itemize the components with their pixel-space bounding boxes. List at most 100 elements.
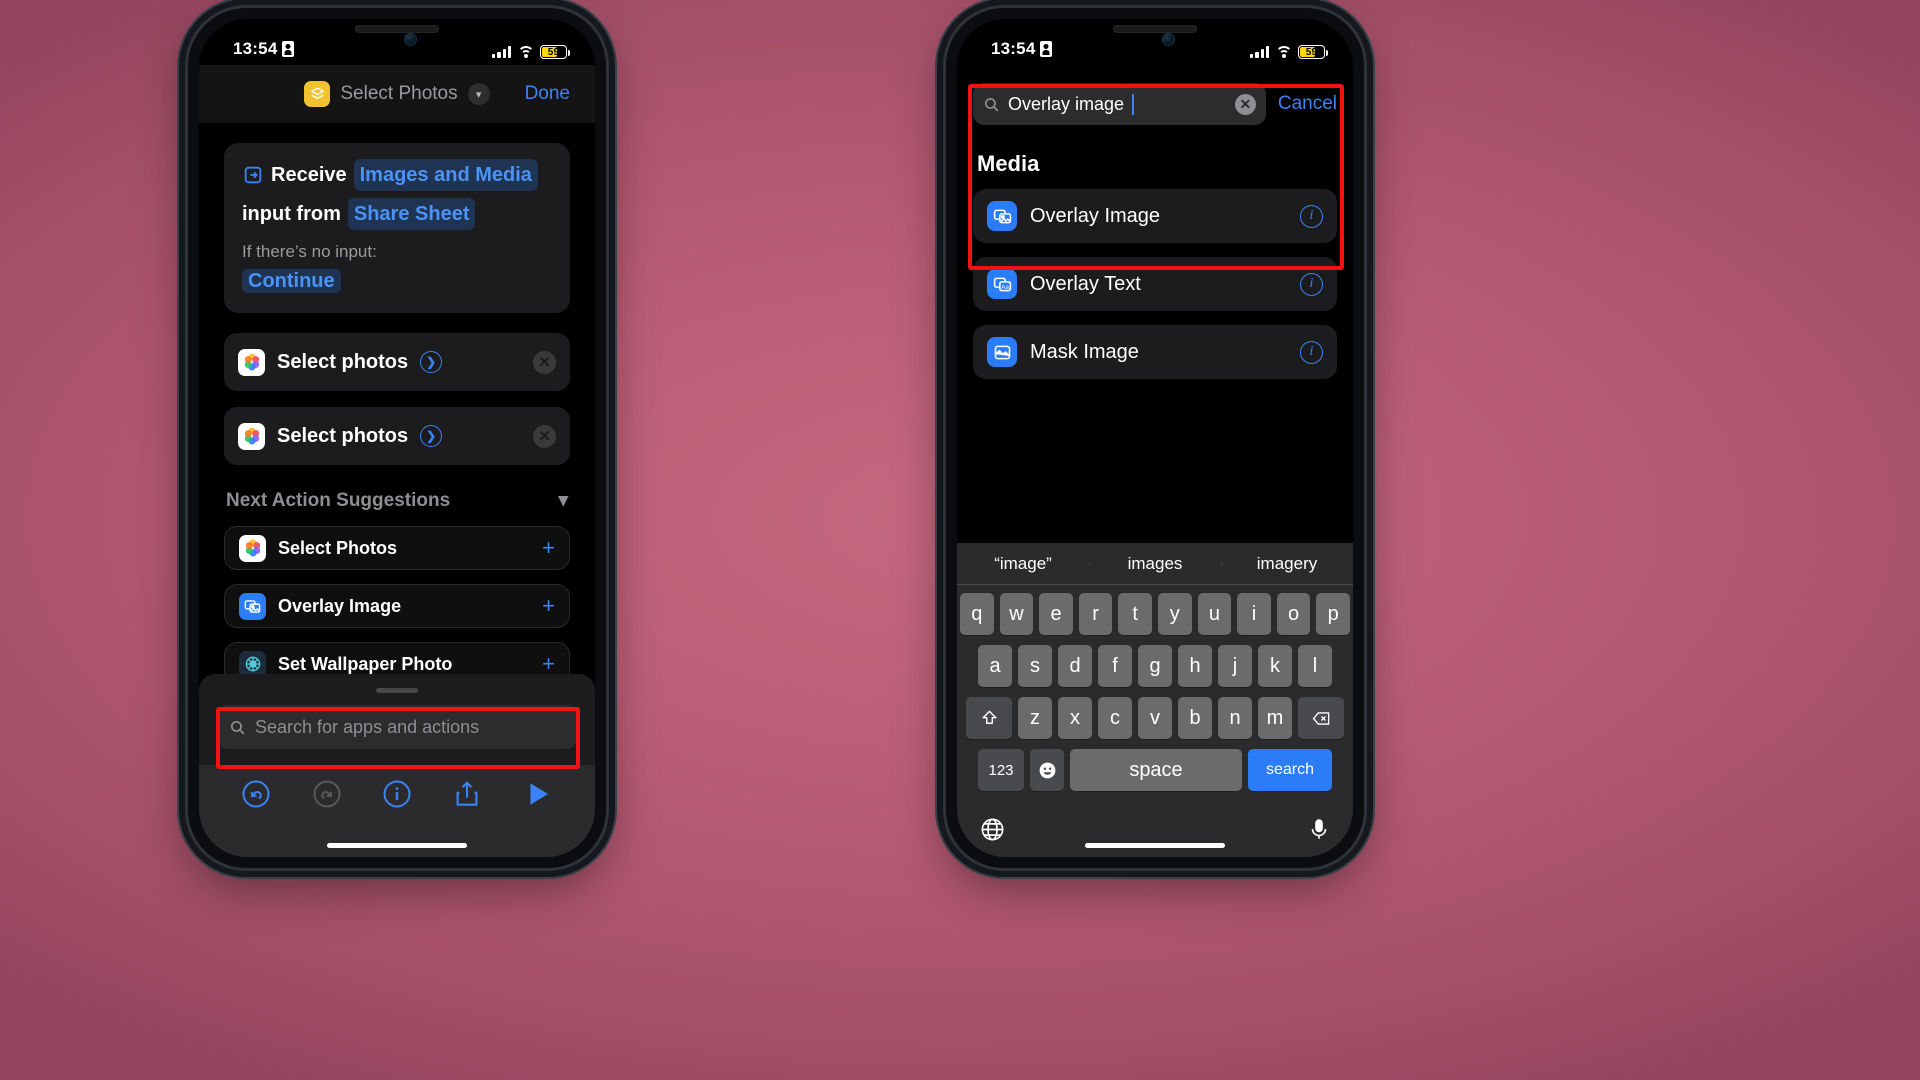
front-camera-icon <box>404 33 417 46</box>
wifi-icon <box>1275 45 1292 59</box>
key-l[interactable]: l <box>1298 645 1332 687</box>
search-icon <box>230 720 245 734</box>
key-b[interactable]: b <box>1178 697 1212 739</box>
key-a[interactable]: a <box>978 645 1012 687</box>
status-left: 13:54 <box>233 39 295 59</box>
key-y[interactable]: y <box>1158 593 1192 635</box>
emoji-icon[interactable] <box>1030 749 1064 791</box>
key-c[interactable]: c <box>1098 697 1132 739</box>
result-label: Overlay Image <box>1030 204 1161 227</box>
key-m[interactable]: m <box>1258 697 1292 739</box>
keyboard-row-2: a s d f g h j k l <box>960 645 1350 687</box>
key-e[interactable]: e <box>1039 593 1073 635</box>
backspace-icon[interactable] <box>1298 697 1344 739</box>
share-icon[interactable] <box>452 779 482 809</box>
plus-icon[interactable]: + <box>542 535 555 561</box>
right-phone-screen: 13:54 59 Overlay image ✕ Cancel Media Ov… <box>957 19 1353 857</box>
keyboard-row-1: q w e r t y u i o p <box>960 593 1350 635</box>
status-right: 59 <box>1250 45 1328 59</box>
key-v[interactable]: v <box>1138 697 1172 739</box>
key-t[interactable]: t <box>1118 593 1152 635</box>
next-action-suggestions-header[interactable]: Next Action Suggestions ▾ <box>226 489 568 512</box>
chevron-down-icon[interactable]: ▾ <box>467 83 490 105</box>
key-q[interactable]: q <box>960 593 994 635</box>
action-row[interactable]: Select photos ❯ ✕ <box>224 333 570 391</box>
action-row[interactable]: Select photos ❯ ✕ <box>224 407 570 465</box>
shift-icon[interactable] <box>966 697 1012 739</box>
cancel-button[interactable]: Cancel <box>1278 93 1337 115</box>
clear-icon[interactable]: ✕ <box>1234 93 1256 115</box>
microphone-icon[interactable] <box>1307 816 1331 843</box>
plus-icon[interactable]: + <box>542 593 555 619</box>
info-icon[interactable]: i <box>1300 340 1323 364</box>
space-key[interactable]: space <box>1070 749 1242 791</box>
search-key[interactable]: search <box>1248 749 1332 791</box>
home-indicator[interactable] <box>327 843 467 848</box>
shortcut-title-button[interactable]: Select Photos ▾ <box>304 81 490 107</box>
search-input[interactable]: Overlay image ✕ <box>973 83 1266 125</box>
globe-icon[interactable] <box>979 816 1006 843</box>
receive-word2: input from <box>242 203 341 225</box>
shortcuts-icon <box>304 81 331 107</box>
done-button[interactable]: Done <box>525 83 570 105</box>
battery-percent: 59 <box>1305 46 1318 58</box>
info-icon[interactable]: i <box>1300 204 1323 228</box>
key-z[interactable]: z <box>1018 697 1052 739</box>
receive-token-input-type[interactable]: Images and Media <box>353 159 538 191</box>
key-h[interactable]: h <box>1178 645 1212 687</box>
key-i[interactable]: i <box>1237 593 1271 635</box>
key-o[interactable]: o <box>1276 593 1311 635</box>
undo-icon[interactable] <box>241 779 271 809</box>
notch <box>1069 19 1241 51</box>
search-placeholder: Search for apps and actions <box>255 716 480 737</box>
numbers-key[interactable]: 123 <box>978 749 1024 791</box>
info-icon[interactable] <box>382 779 412 809</box>
search-input[interactable]: Search for apps and actions <box>217 705 577 749</box>
key-j[interactable]: j <box>1218 645 1252 687</box>
section-header: Media <box>977 151 1040 176</box>
front-camera-icon <box>1162 33 1175 46</box>
suggestion-2[interactable]: imagery <box>1221 554 1353 574</box>
result-row[interactable]: Aa Overlay Text i <box>973 257 1337 311</box>
lock-portrait-icon <box>282 41 295 57</box>
info-icon[interactable]: i <box>1300 272 1323 296</box>
sheet-grabber[interactable] <box>376 688 418 693</box>
suggestion-0[interactable]: “image” <box>957 554 1089 574</box>
search-value: Overlay image <box>1008 93 1125 114</box>
key-d[interactable]: d <box>1058 645 1092 687</box>
key-n[interactable]: n <box>1218 697 1252 739</box>
key-u[interactable]: u <box>1197 593 1232 635</box>
key-r[interactable]: r <box>1078 593 1113 635</box>
key-p[interactable]: p <box>1316 593 1350 635</box>
receive-token-source[interactable]: Share Sheet <box>347 198 476 230</box>
text-caret <box>1132 93 1135 115</box>
home-indicator[interactable] <box>1085 843 1225 848</box>
receive-input-card[interactable]: Receive Images and Media input from Shar… <box>224 143 570 313</box>
right-search-area: Overlay image ✕ Cancel Media Overlay Ima <box>957 83 1353 393</box>
chevron-right-circle-icon[interactable]: ❯ <box>420 351 443 373</box>
key-g[interactable]: g <box>1138 645 1172 687</box>
key-w[interactable]: w <box>999 593 1034 635</box>
keyboard: “image” images imagery q w e r t y u i o… <box>957 543 1353 857</box>
suggestion-1[interactable]: images <box>1089 554 1221 574</box>
suggestion-row[interactable]: Overlay Image + <box>224 584 570 628</box>
no-input-token[interactable]: Continue <box>242 269 341 293</box>
key-x[interactable]: x <box>1058 697 1092 739</box>
key-k[interactable]: k <box>1258 645 1292 687</box>
result-row[interactable]: Overlay Image i <box>973 189 1337 243</box>
status-right: 59 <box>492 45 570 59</box>
left-search-sheet: Search for apps and actions <box>199 674 595 765</box>
nav-title: Select Photos <box>340 83 458 104</box>
remove-icon[interactable]: ✕ <box>533 424 556 448</box>
keyboard-bottom-row <box>957 801 1353 857</box>
result-label: Overlay Text <box>1030 272 1141 295</box>
action-label: Select photos <box>277 424 409 447</box>
remove-icon[interactable]: ✕ <box>533 350 556 374</box>
result-row[interactable]: Mask Image i <box>973 325 1337 379</box>
play-icon[interactable] <box>523 779 553 809</box>
chevron-right-circle-icon[interactable]: ❯ <box>420 425 443 447</box>
key-f[interactable]: f <box>1098 645 1132 687</box>
chevron-down-icon[interactable]: ▾ <box>558 489 568 512</box>
key-s[interactable]: s <box>1018 645 1052 687</box>
suggestion-row[interactable]: Select Photos + <box>224 526 570 570</box>
